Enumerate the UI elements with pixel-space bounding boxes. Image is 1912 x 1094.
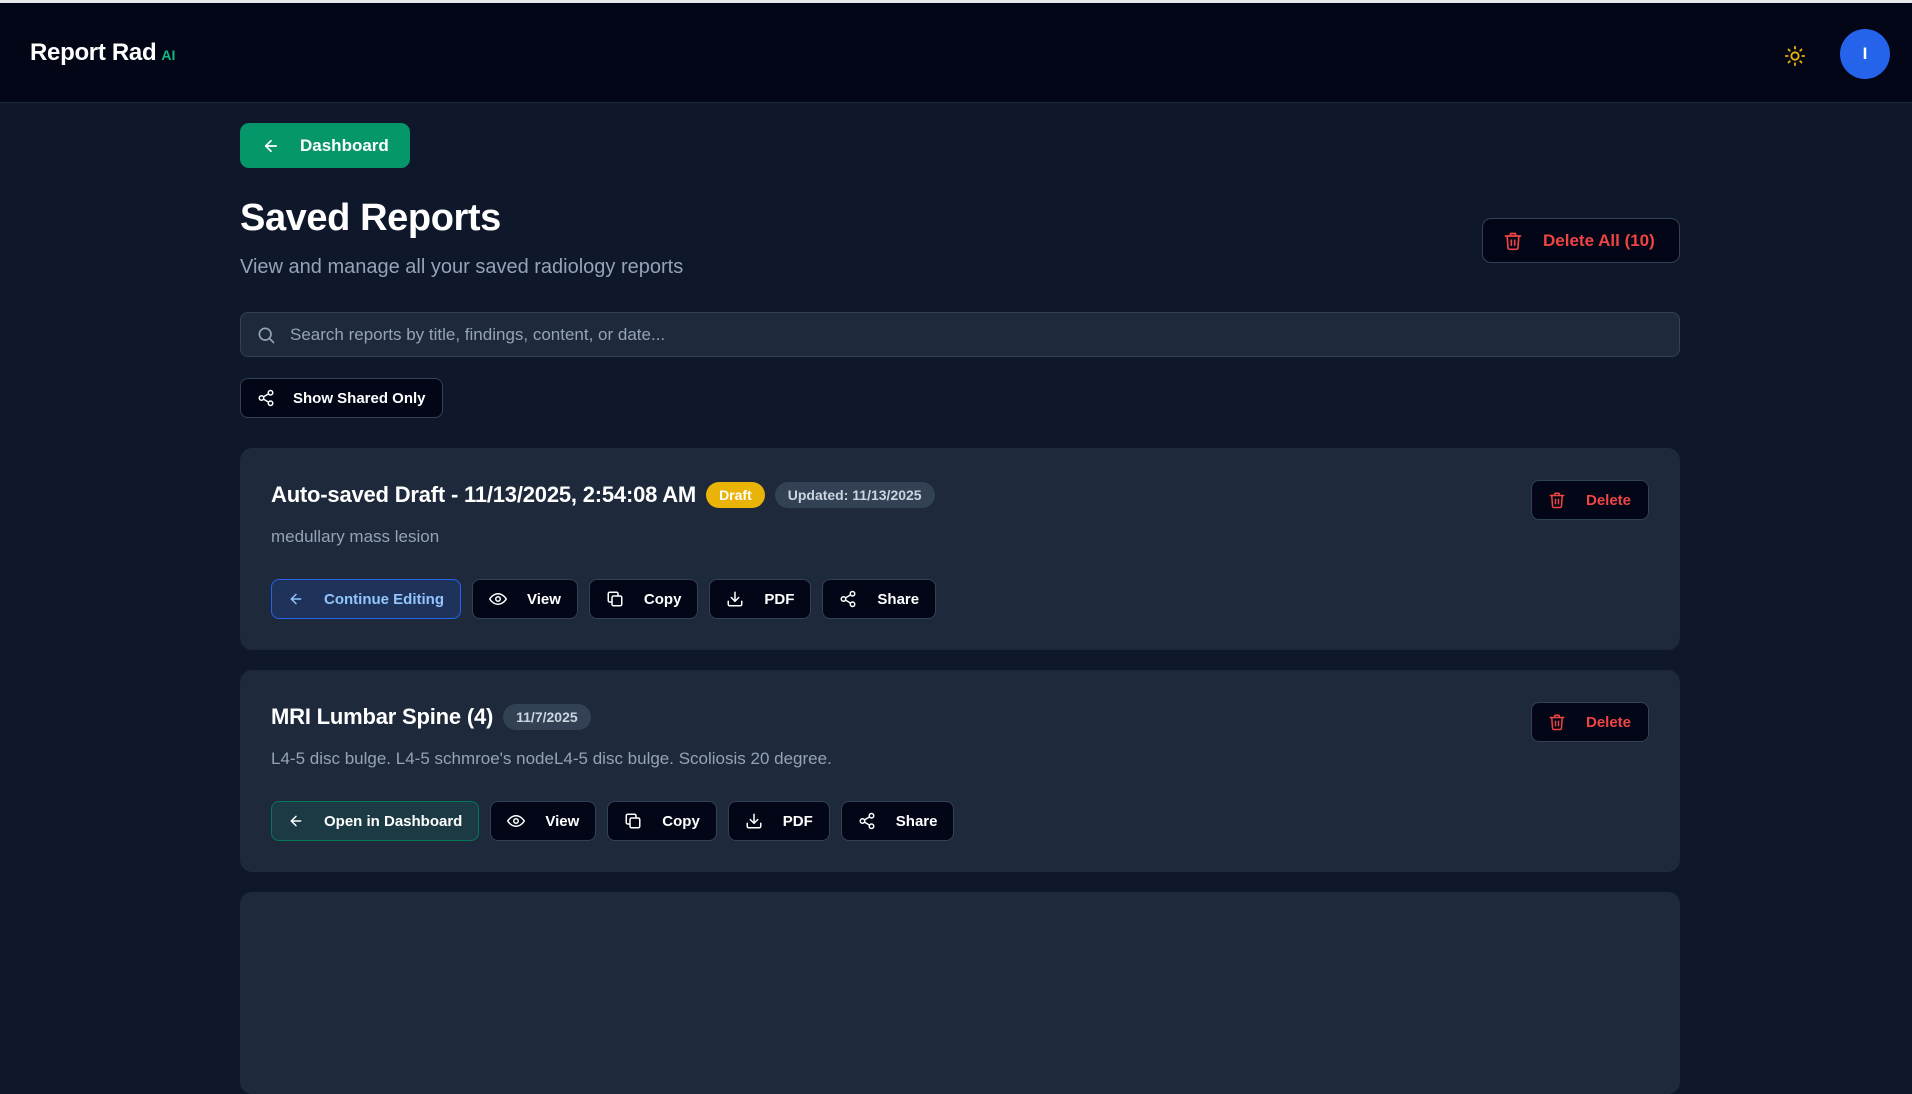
show-shared-only-button[interactable]: Show Shared Only: [240, 378, 443, 418]
delete-label: Delete: [1586, 491, 1632, 509]
user-avatar[interactable]: I: [1840, 29, 1890, 79]
pdf-label: PDF: [782, 812, 813, 830]
view-button[interactable]: View: [490, 801, 597, 841]
report-description: medullary mass lesion: [271, 527, 440, 546]
open-in-dashboard-button[interactable]: Open in Dashboard: [271, 801, 480, 841]
share-button[interactable]: Share: [840, 801, 955, 841]
eye-icon: [507, 812, 526, 830]
share-label: Share: [895, 812, 938, 830]
brand-ai-badge: AI: [161, 47, 176, 63]
report-card: [240, 892, 1680, 1094]
back-to-dashboard-button[interactable]: Dashboard: [240, 123, 410, 168]
report-card: MRI Lumbar Spine (4) 11/7/2025 L4-5 disc…: [240, 670, 1680, 872]
delete-report-button[interactable]: Delete: [1531, 702, 1649, 742]
theme-toggle-button[interactable]: [1778, 39, 1812, 73]
app-header: Report Rad AI I: [0, 3, 1912, 103]
eye-icon: [488, 590, 507, 608]
pdf-download-button[interactable]: PDF: [709, 579, 812, 619]
delete-all-button[interactable]: Delete All (10): [1482, 218, 1680, 263]
copy-icon: [624, 812, 642, 830]
trash-icon: [1548, 491, 1566, 509]
arrow-left-icon: [262, 137, 280, 155]
share-icon: [257, 389, 275, 407]
trash-icon: [1548, 713, 1566, 731]
search-icon: [256, 325, 276, 345]
delete-label: Delete: [1586, 713, 1632, 731]
continue-editing-button[interactable]: Continue Editing: [271, 579, 461, 619]
view-label: View: [526, 590, 561, 608]
copy-label: Copy: [643, 590, 682, 608]
share-label: Share: [877, 590, 920, 608]
copy-label: Copy: [662, 812, 700, 830]
search-bar: [240, 312, 1680, 357]
arrow-left-icon: [288, 813, 304, 829]
arrow-left-icon: [288, 591, 304, 607]
report-title: MRI Lumbar Spine (4): [271, 704, 494, 729]
report-title: Auto-saved Draft - 11/13/2025, 2:54:08 A…: [271, 482, 697, 507]
search-input[interactable]: [290, 313, 1670, 356]
brand-logo[interactable]: Report Rad AI: [30, 39, 175, 67]
show-shared-only-label: Show Shared Only: [293, 389, 426, 407]
report-description: L4-5 disc bulge. L4-5 schmroe's nodeL4-5…: [271, 749, 832, 768]
copy-button[interactable]: Copy: [588, 579, 699, 619]
page-title: Saved Reports: [240, 197, 501, 239]
share-icon: [839, 590, 857, 608]
view-label: View: [545, 812, 580, 830]
draft-badge: Draft: [706, 482, 765, 508]
continue-editing-label: Continue Editing: [324, 590, 444, 608]
download-icon: [745, 812, 763, 830]
sun-icon: [1784, 45, 1806, 67]
updated-date-badge: Updated: 11/13/2025: [774, 482, 935, 508]
share-icon: [858, 812, 876, 830]
view-button[interactable]: View: [471, 579, 578, 619]
pdf-download-button[interactable]: PDF: [727, 801, 830, 841]
report-card: Auto-saved Draft - 11/13/2025, 2:54:08 A…: [240, 448, 1680, 650]
delete-all-label: Delete All (10): [1543, 230, 1655, 250]
copy-icon: [606, 590, 624, 608]
brand-name: Report Rad: [30, 39, 157, 66]
download-icon: [726, 590, 744, 608]
back-button-label: Dashboard: [300, 135, 389, 155]
delete-report-button[interactable]: Delete: [1531, 480, 1649, 520]
date-badge: 11/7/2025: [503, 704, 591, 730]
copy-button[interactable]: Copy: [607, 801, 717, 841]
page-subtitle: View and manage all your saved radiology…: [240, 256, 684, 278]
share-button[interactable]: Share: [822, 579, 937, 619]
open-in-dashboard-label: Open in Dashboard: [324, 812, 463, 830]
pdf-label: PDF: [764, 590, 795, 608]
trash-icon: [1503, 231, 1523, 251]
